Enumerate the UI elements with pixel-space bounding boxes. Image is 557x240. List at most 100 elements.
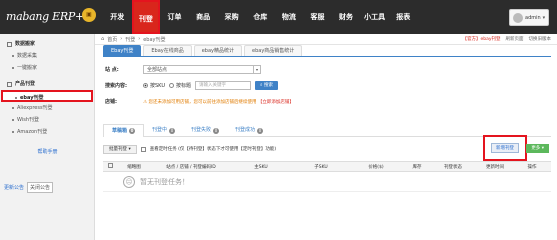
create-listing-button[interactable]: 新增刊登 [491, 143, 519, 153]
scheduled-task-checkbox[interactable] [140, 146, 146, 152]
nav-reports[interactable]: 报表 [389, 0, 418, 34]
add-shop-link[interactable]: 【立即添加店铺】 [258, 100, 294, 105]
col-main-sku: 主SKU [254, 164, 268, 170]
more-button[interactable]: 更多 ▾ [526, 144, 549, 153]
sidebar-item-aliexpress[interactable]: Aliexpress刊登 [0, 102, 94, 114]
nav-publish[interactable]: 刊登 [131, 0, 161, 34]
app-logo[interactable]: mabang ERP+ [6, 10, 84, 23]
scheduled-task-label: 查看定时任务 (仅【待刊登】状态下才可使用【定时刊登】功能) [149, 147, 277, 152]
sidebar-item-one-click-move[interactable]: 一键搬家 [0, 62, 94, 74]
count-badge: 0 [129, 128, 136, 134]
top-navigation-bar: mabang ERP+ ▣ 开发 刊登 订单 商品 采购 仓库 物流 客服 财务… [0, 0, 557, 34]
col-site-shop-id: 站点 / 店铺 / 刊登编码ID [166, 164, 216, 170]
col-stock: 库存 [412, 164, 422, 170]
sidebar-item-wish[interactable]: Wish刊登 [0, 114, 94, 126]
main-content: ⌂ 首页 › 刊登 › ebay刊登 【官方】ebay刊登 刷新页面 切换旧版本… [95, 34, 557, 240]
shop-row: 店铺: ⚠ 您还未添加可用店铺，您可以前往添加店铺后继续使用 【立即添加店铺】 [105, 98, 294, 105]
col-status: 刊登状态 [444, 164, 462, 170]
announcement-link[interactable]: 更新公告 [4, 184, 24, 191]
col-actions: 操作 [527, 164, 537, 170]
breadcrumb-level1[interactable]: 刊登 [125, 36, 135, 43]
site-select[interactable]: 全部站点 ▾ [143, 65, 261, 74]
sidebar: 数据搬家 数据采集 一键搬家 产品刊登 ebay刊登 Aliexpress刊登 … [0, 34, 95, 240]
sad-face-icon: ☹ [123, 175, 135, 188]
nav-warehouse[interactable]: 仓库 [246, 0, 275, 34]
page-tools: 【官方】ebay刊登 刷新页面 切换旧版本 [462, 36, 551, 42]
search-input[interactable]: 请输入关键字 [195, 81, 251, 90]
bullet-icon [12, 66, 14, 69]
tab-drafts[interactable]: 草稿箱 0 [103, 124, 145, 137]
tab-ebay-online[interactable]: Ebay在线商品 [143, 45, 192, 56]
sidebar-section-publishing[interactable]: 产品刊登 [0, 78, 94, 90]
list-icon [7, 81, 12, 87]
shop-label: 店铺: [105, 99, 117, 105]
user-menu[interactable]: admin ▾ [509, 9, 549, 26]
empty-message: 暂无刊登任务！ [140, 177, 189, 186]
sidebar-item-ebay[interactable]: ebay刊登 [1, 90, 93, 102]
tab-ebay-stats[interactable]: ebay精品统计 [193, 45, 242, 56]
site-row: 站 点: 全部站点 ▾ [105, 65, 261, 74]
tab-ebay-publish[interactable]: Ebay刊登 [103, 45, 142, 56]
col-sub-sku: 子SKU [314, 164, 328, 170]
search-row: 搜索内容: 按SKU 按标题 请输入关键字 ⌕ 搜索 [105, 81, 278, 90]
database-icon [7, 41, 12, 47]
nav-customer-service[interactable]: 客服 [303, 0, 332, 34]
nav-logistics[interactable]: 物流 [275, 0, 304, 34]
help-manual-link[interactable]: 帮助手册 [0, 148, 95, 155]
nav-purchasing[interactable]: 采购 [217, 0, 246, 34]
sidebar-item-amazon[interactable]: Amazon刊登 [0, 126, 94, 138]
radio-empty-icon [168, 83, 174, 88]
count-badge: 0 [169, 127, 176, 134]
radio-by-title[interactable]: 按标题 [168, 82, 191, 89]
warning-icon: ⚠ [143, 99, 148, 105]
checkbox-icon [107, 163, 113, 168]
close-announcement-button[interactable]: 关闭公告 [27, 182, 54, 193]
nav-tools[interactable]: 小工具 [360, 0, 389, 34]
nav-finance[interactable]: 财务 [332, 0, 361, 34]
main-nav: 开发 刊登 订单 商品 采购 仓库 物流 客服 财务 小工具 报表 [103, 0, 418, 34]
refresh-page-button[interactable]: 刷新页面 [506, 36, 524, 42]
count-badge: 0 [257, 127, 264, 134]
create-listing-highlight: 新增刊登 [483, 135, 527, 161]
search-button[interactable]: ⌕ 搜索 [255, 81, 278, 90]
no-shop-notice: ⚠ 您还未添加可用店铺，您可以前往添加店铺后继续使用 【立即添加店铺】 [143, 99, 294, 105]
tab-succeeded[interactable]: 刊登成功 0 [227, 124, 271, 137]
subtab-underline [103, 56, 551, 57]
table-header: 缩略图 站点 / 店铺 / 刊登编码ID 主SKU 子SKU 价格($) 库存 … [103, 161, 551, 172]
site-label: 站 点: [105, 67, 119, 73]
radio-selected-icon [143, 83, 148, 88]
official-link[interactable]: 【官方】ebay刊登 [462, 36, 500, 42]
logo-badge-icon: ▣ [82, 8, 96, 22]
announcement-bar: 更新公告 关闭公告 [4, 182, 54, 193]
switch-old-version-button[interactable]: 切换旧版本 [529, 36, 552, 42]
bullet-icon [12, 54, 14, 57]
nav-dev[interactable]: 开发 [103, 0, 132, 34]
chevron-down-icon: ▾ [541, 146, 544, 151]
select-all-checkbox[interactable] [103, 163, 117, 170]
chevron-down-icon: ▾ [253, 66, 260, 73]
tab-publishing[interactable]: 刊登中 0 [144, 124, 183, 137]
count-badge: 0 [213, 127, 220, 134]
bullet-icon [12, 130, 14, 133]
bullet-icon [12, 106, 14, 109]
breadcrumb-home[interactable]: 首页 [107, 36, 117, 43]
bullet-icon [12, 118, 14, 121]
radio-by-sku[interactable]: 按SKU [143, 82, 165, 89]
breadcrumb-level2: ebay刊登 [143, 36, 166, 43]
tab-failed[interactable]: 刊登失败 0 [183, 124, 227, 137]
bullet-icon [15, 96, 17, 99]
avatar [513, 12, 523, 23]
empty-state: ☹ 暂无刊登任务！ [103, 172, 551, 192]
batch-publish-button[interactable]: 批量刊登 ▾ [103, 144, 137, 154]
chevron-down-icon: ▾ [542, 14, 546, 21]
tab-ebay-sales-stats[interactable]: ebay商品销售统计 [244, 45, 303, 56]
col-price: 价格($) [368, 164, 384, 170]
user-name: admin [525, 14, 541, 21]
breadcrumb: ⌂ 首页 › 刊登 › ebay刊登 【官方】ebay刊登 刷新页面 切换旧版本 [95, 34, 557, 45]
sidebar-item-collect[interactable]: 数据采集 [0, 50, 94, 62]
home-icon: ⌂ [101, 36, 105, 42]
sidebar-section-migration[interactable]: 数据搬家 [0, 38, 94, 50]
nav-products[interactable]: 商品 [189, 0, 218, 34]
nav-orders[interactable]: 订单 [160, 0, 189, 34]
chevron-down-icon: ▾ [128, 146, 131, 152]
